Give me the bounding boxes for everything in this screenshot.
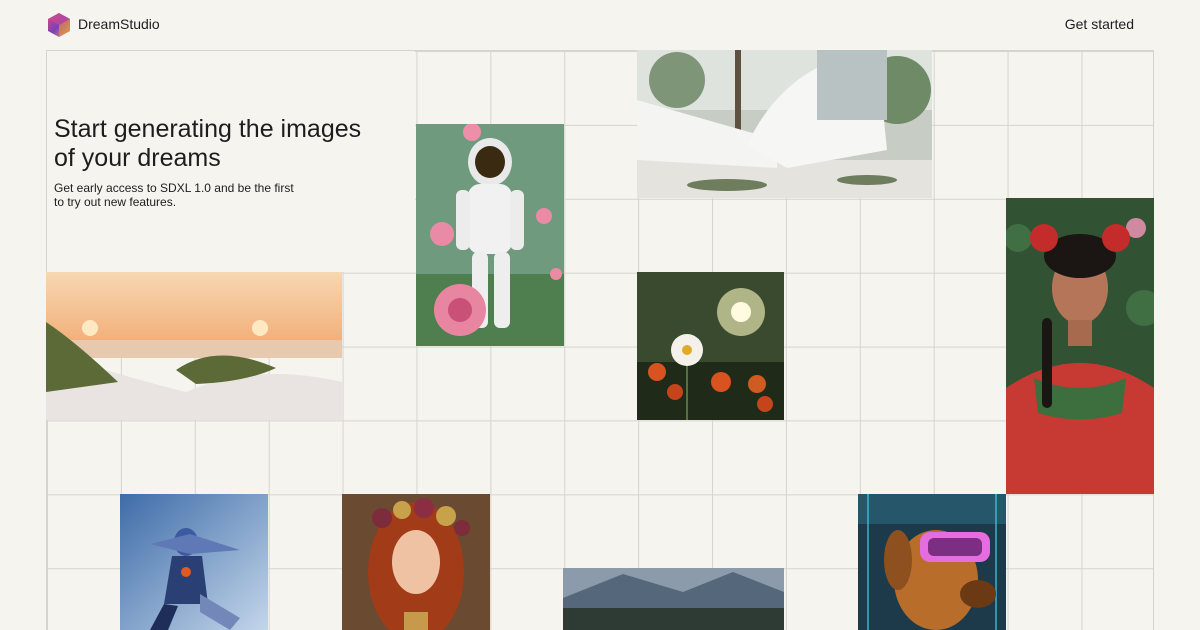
redhead-flower-crown-image: [342, 494, 490, 630]
top-navigation: DreamStudio Get started: [0, 0, 1200, 50]
vr-dog-image: [858, 494, 1006, 630]
hero-title: Start generating the images of your drea…: [54, 115, 362, 172]
hero-subtitle: Get early access to SDXL 1.0 and be the …: [54, 181, 294, 209]
cyber-knight-image: [120, 494, 268, 630]
modern-house-image: [637, 50, 932, 198]
sunset-dunes-image: [46, 272, 342, 420]
mountain-lake-image: [563, 568, 784, 630]
daisy-field-image: [637, 272, 784, 420]
brand-name[interactable]: DreamStudio: [78, 16, 160, 32]
astronaut-roses-image: [416, 124, 564, 346]
get-started-link[interactable]: Get started: [1065, 16, 1134, 32]
frida-portrait-image: [1006, 198, 1154, 494]
dreamstudio-logo-icon[interactable]: [46, 12, 72, 38]
